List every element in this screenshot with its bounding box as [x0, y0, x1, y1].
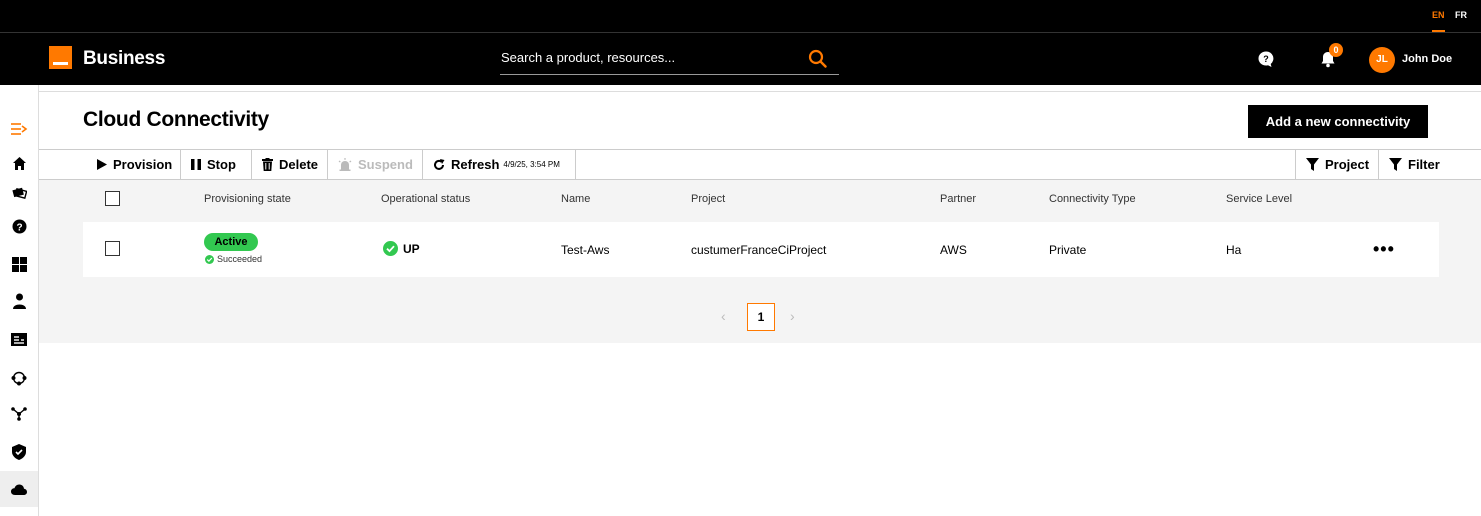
- filter-label: Filter: [1408, 157, 1440, 172]
- provision-label: Provision: [113, 157, 173, 172]
- tickets-icon[interactable]: [0, 174, 38, 210]
- suspend-label: Suspend: [358, 157, 413, 172]
- orange-logo[interactable]: [49, 46, 72, 69]
- cell-partner: AWS: [940, 243, 967, 257]
- pagination-prev-button[interactable]: ‹: [721, 308, 726, 324]
- billing-icon[interactable]: [0, 321, 38, 357]
- header-project[interactable]: Project: [691, 193, 725, 205]
- action-toolbar: Provision Stop Delete Suspend Refresh 4/…: [39, 149, 1481, 180]
- network-icon[interactable]: [0, 360, 38, 396]
- status-badge: Active: [204, 233, 258, 251]
- help-icon[interactable]: ?: [0, 208, 38, 244]
- add-connectivity-button[interactable]: Add a new connectivity: [1248, 105, 1428, 138]
- project-filter-button[interactable]: Project: [1295, 150, 1378, 179]
- row-actions-icon[interactable]: •••: [1373, 239, 1395, 260]
- stop-button[interactable]: Stop: [180, 150, 247, 179]
- delete-label: Delete: [279, 157, 319, 172]
- funnel-icon: [1306, 158, 1319, 171]
- notification-badge: 0: [1329, 43, 1343, 57]
- avatar[interactable]: JL: [1369, 47, 1395, 73]
- collapse-menu-icon[interactable]: [0, 111, 38, 147]
- header-provisioning-state[interactable]: Provisioning state: [204, 193, 291, 205]
- project-filter-label: Project: [1325, 157, 1370, 172]
- suspend-button[interactable]: Suspend: [327, 150, 422, 179]
- row-checkbox[interactable]: [105, 241, 120, 256]
- top-header: Business Search a product, resources... …: [0, 33, 1481, 85]
- topology-icon[interactable]: [0, 396, 38, 432]
- user-name[interactable]: John Doe: [1402, 53, 1452, 65]
- cell-project: custumerFranceCiProject: [691, 243, 827, 257]
- cell-name: Test-Aws: [561, 243, 610, 257]
- svg-text:?: ?: [16, 222, 22, 233]
- trash-icon: [262, 158, 273, 171]
- header-operational-status[interactable]: Operational status: [381, 193, 470, 205]
- refresh-button[interactable]: Refresh 4/9/25, 3:54 PM: [422, 150, 576, 179]
- cell-service-level: Ha: [1226, 243, 1242, 257]
- search-bar[interactable]: Search a product, resources...: [500, 43, 839, 75]
- delete-button[interactable]: Delete: [251, 150, 327, 179]
- sidebar: ?: [0, 85, 39, 516]
- check-circle-icon: [383, 241, 398, 256]
- svg-text:?: ?: [1263, 54, 1269, 64]
- pagination-page-1[interactable]: 1: [747, 303, 775, 331]
- refresh-timestamp: 4/9/25, 3:54 PM: [503, 160, 560, 169]
- language-bar: EN FR: [0, 0, 1481, 33]
- provisioning-substatus: Succeeded: [205, 254, 262, 264]
- filter-button[interactable]: Filter: [1378, 150, 1481, 179]
- lang-fr-link[interactable]: FR: [1455, 10, 1467, 20]
- play-icon: [97, 159, 107, 170]
- header-service-level[interactable]: Service Level: [1226, 193, 1292, 205]
- lang-en-link[interactable]: EN: [1432, 10, 1445, 32]
- stop-label: Stop: [207, 157, 236, 172]
- operational-status: UP: [383, 241, 420, 256]
- page-title: Cloud Connectivity: [83, 108, 269, 131]
- security-icon[interactable]: [0, 434, 38, 470]
- pagination-next-button[interactable]: ›: [790, 308, 795, 324]
- alarm-light-icon: [338, 158, 352, 171]
- header-partner[interactable]: Partner: [940, 193, 976, 205]
- check-circle-icon: [205, 254, 214, 264]
- select-all-checkbox[interactable]: [105, 191, 120, 206]
- chat-help-icon[interactable]: ?: [1257, 50, 1275, 73]
- cell-connectivity-type: Private: [1049, 243, 1087, 257]
- search-icon[interactable]: [808, 49, 827, 73]
- user-icon[interactable]: [0, 283, 38, 319]
- cloud-icon[interactable]: [0, 471, 38, 507]
- dashboard-icon[interactable]: [0, 246, 38, 282]
- content-divider: [39, 91, 1481, 92]
- pause-icon: [191, 159, 201, 170]
- funnel-icon: [1389, 158, 1402, 171]
- header-connectivity-type[interactable]: Connectivity Type: [1049, 193, 1136, 205]
- header-name[interactable]: Name: [561, 193, 590, 205]
- refresh-label: Refresh: [451, 157, 500, 172]
- brand-name[interactable]: Business: [83, 48, 165, 70]
- search-input[interactable]: Search a product, resources...: [501, 50, 675, 65]
- operational-status-label: UP: [403, 241, 420, 256]
- succeeded-label: Succeeded: [217, 254, 263, 264]
- provision-button[interactable]: Provision: [87, 150, 180, 179]
- refresh-icon: [434, 158, 445, 170]
